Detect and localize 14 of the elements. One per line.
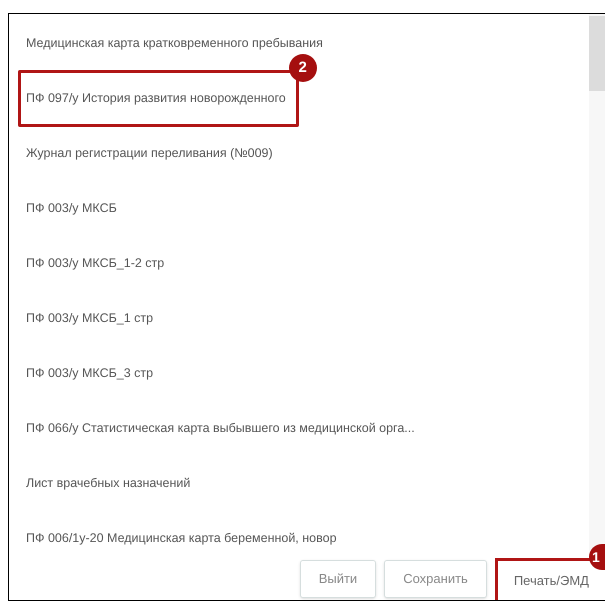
list-item[interactable]: ПФ 003/у МКСБ_3 стр [18,364,162,383]
list-item[interactable]: ПФ 066/у Статистическая карта выбывшего из медицинской орга... [18,419,423,438]
list-item[interactable]: ПФ 003/у МКСБ [18,199,125,218]
action-button[interactable]: Выйти [300,560,376,598]
highlighted-list-item[interactable]: ПФ 097/у История развития новорожденного [18,70,299,127]
list-item[interactable]: Лист врачебных назначений [18,474,198,493]
list-item[interactable]: ПФ 006/1у-20 Медицинская карта беременной, новор [18,529,345,548]
list-item[interactable]: ПФ 003/у МКСБ_1 стр [18,309,162,328]
action-button[interactable]: Сохранить [384,560,487,598]
callout-number-badge: 2 [288,54,317,82]
list-item[interactable]: Медицинская карта кратковременного пребывания [18,34,331,53]
list-item[interactable]: ПФ 003/у МКСБ_1-2 стр [18,254,172,273]
scrollbar-thumb[interactable] [589,16,605,91]
list-item[interactable]: Журнал регистрации переливания (№009) [18,144,281,163]
